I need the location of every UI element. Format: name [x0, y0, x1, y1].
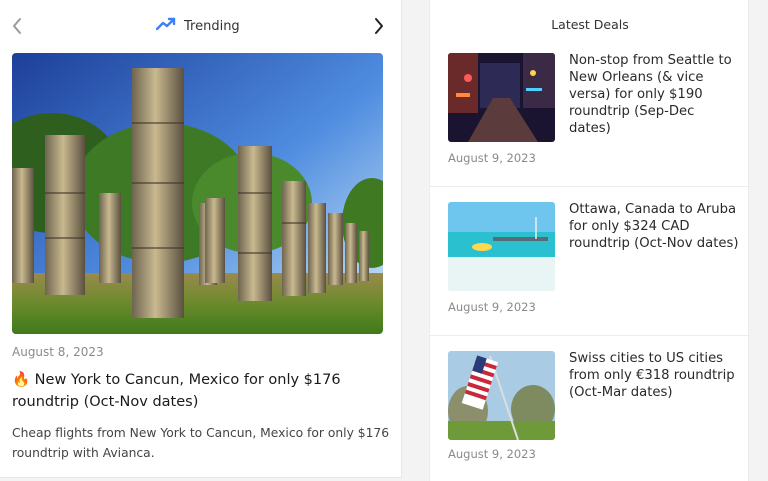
trending-article-description: Cheap flights from New York to Cancun, M… — [12, 426, 390, 460]
deal-item[interactable]: Swiss cities to US cities from only €318… — [430, 336, 750, 481]
trending-title: Trending — [155, 16, 240, 36]
chevron-left-icon[interactable] — [9, 16, 27, 36]
trending-label: Trending — [184, 18, 240, 34]
deal-thumbnail[interactable] — [448, 53, 555, 142]
deal-title: Swiss cities to US cities from only €318… — [569, 351, 735, 400]
trending-article-title[interactable]: 🔥 New York to Cancun, Mexico for only $1… — [12, 369, 372, 413]
deal-date: August 9, 2023 — [448, 300, 536, 314]
deal-date: August 9, 2023 — [448, 447, 536, 461]
trending-article-date: August 8, 2023 — [12, 345, 104, 359]
deal-thumbnail[interactable] — [448, 351, 555, 440]
latest-deals-title: Latest Deals — [551, 17, 629, 32]
deal-item[interactable]: Ottawa, Canada to Aruba for only $324 CA… — [430, 187, 750, 336]
latest-deals-panel: Latest Deals Non-stop from Seattle to Ne… — [429, 0, 750, 481]
trending-article-title-text: New York to Cancun, Mexico for only $176… — [12, 372, 341, 410]
trending-article-image[interactable] — [12, 53, 383, 334]
trending-panel: Trending August 8, 2023 🔥 New York to Ca… — [0, 0, 402, 478]
deal-thumbnail[interactable] — [448, 202, 555, 291]
deal-date: August 9, 2023 — [448, 151, 536, 165]
trending-header: Trending — [0, 0, 402, 52]
chevron-right-icon[interactable] — [370, 16, 388, 36]
trending-up-icon — [155, 17, 176, 35]
deal-item[interactable]: Non-stop from Seattle to New Orleans (& … — [430, 38, 750, 187]
deal-title: Ottawa, Canada to Aruba for only $324 CA… — [569, 202, 739, 251]
fire-icon: 🔥 — [12, 372, 31, 388]
deal-title: Non-stop from Seattle to New Orleans (& … — [569, 53, 732, 136]
